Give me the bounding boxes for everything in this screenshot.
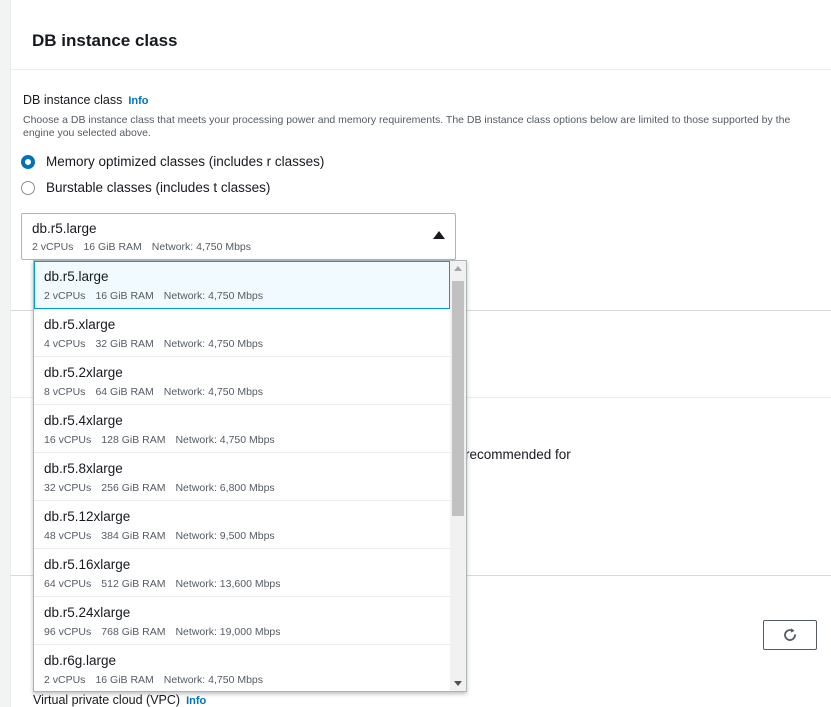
option-specs: 8 vCPUs 64 GiB RAM Network: 4,750 Mbps bbox=[44, 386, 263, 398]
scroll-down-arrow-icon[interactable] bbox=[454, 681, 462, 686]
dropdown-option[interactable]: db.r5.large 2 vCPUs 16 GiB RAM Network: 4,… bbox=[34, 261, 450, 309]
vpc-label-text: Virtual private cloud (VPC) bbox=[33, 693, 181, 707]
option-specs: 2 vCPUs 16 GiB RAM Network: 4,750 Mbps bbox=[44, 290, 263, 302]
vpc-label: Virtual private cloud (VPC) Info bbox=[33, 693, 206, 707]
info-link[interactable]: Info bbox=[128, 95, 148, 107]
panel-header: DB instance class bbox=[11, 0, 831, 70]
option-name: db.r5.2xlarge bbox=[44, 365, 123, 380]
option-network: Network: 4,750 Mbps bbox=[163, 674, 264, 686]
option-vcpus: 8 vCPUs bbox=[44, 386, 86, 398]
option-vcpus: 96 vCPUs bbox=[44, 626, 92, 638]
option-name: db.r5.xlarge bbox=[44, 317, 116, 332]
option-name: db.r5.24xlarge bbox=[44, 605, 131, 620]
instance-class-dropdown[interactable]: db.r5.large 2 vCPUs 16 GiB RAM Network: 4,… bbox=[33, 260, 467, 692]
select-network: Network: 4,750 Mbps bbox=[151, 241, 252, 253]
option-network: Network: 4,750 Mbps bbox=[175, 434, 275, 446]
radio-memory-optimized[interactable]: Memory optimized classes (includes r cla… bbox=[21, 154, 324, 169]
option-ram: 384 GiB RAM bbox=[101, 530, 166, 542]
section-title: DB instance class bbox=[32, 31, 178, 50]
option-name: db.r5.8xlarge bbox=[44, 461, 123, 476]
radio-label: Burstable classes (includes t classes) bbox=[46, 180, 271, 195]
select-vcpus: 2 vCPUs bbox=[32, 241, 74, 253]
select-ram: 16 GiB RAM bbox=[83, 241, 142, 253]
option-vcpus: 4 vCPUs bbox=[44, 338, 86, 350]
option-network: Network: 6,800 Mbps bbox=[175, 482, 275, 494]
option-vcpus: 2 vCPUs bbox=[44, 290, 86, 302]
option-network: Network: 4,750 Mbps bbox=[163, 290, 264, 302]
option-vcpus: 64 vCPUs bbox=[44, 578, 92, 590]
option-network: Network: 19,000 Mbps bbox=[175, 626, 281, 638]
field-label-text: DB instance class bbox=[23, 93, 123, 107]
option-specs: 32 vCPUs 256 GiB RAM Network: 6,800 Mbps bbox=[44, 482, 275, 494]
radio-burstable[interactable]: Burstable classes (includes t classes) bbox=[21, 180, 270, 195]
background-text: recommended for bbox=[465, 447, 571, 462]
radio-button-unchecked[interactable] bbox=[21, 180, 35, 195]
dropdown-list: db.r5.large 2 vCPUs 16 GiB RAM Network: 4,… bbox=[34, 261, 450, 691]
refresh-icon bbox=[784, 628, 796, 641]
scrollbar-thumb[interactable] bbox=[452, 281, 464, 516]
vpc-info-link[interactable]: Info bbox=[186, 695, 206, 707]
option-ram: 64 GiB RAM bbox=[95, 386, 154, 398]
field-label: DB instance class Info bbox=[23, 93, 149, 107]
option-ram: 256 GiB RAM bbox=[101, 482, 166, 494]
option-specs: 4 vCPUs 32 GiB RAM Network: 4,750 Mbps bbox=[44, 338, 263, 350]
option-vcpus: 32 vCPUs bbox=[44, 482, 92, 494]
option-name: db.r5.large bbox=[44, 269, 109, 284]
radio-button-checked[interactable] bbox=[21, 154, 35, 169]
option-vcpus: 16 vCPUs bbox=[44, 434, 92, 446]
dropdown-option[interactable]: db.r5.8xlarge 32 vCPUs 256 GiB RAM Network… bbox=[34, 453, 450, 501]
option-specs: 64 vCPUs 512 GiB RAM Network: 13,600 Mbps bbox=[44, 578, 281, 590]
option-network: Network: 13,600 Mbps bbox=[175, 578, 281, 590]
option-specs: 16 vCPUs 128 GiB RAM Network: 4,750 Mbps bbox=[44, 434, 275, 446]
option-ram: 16 GiB RAM bbox=[95, 674, 154, 686]
dropdown-option[interactable]: db.r5.2xlarge 8 vCPUs 64 GiB RAM Network: … bbox=[34, 357, 450, 405]
select-option-specs: 2 vCPUs 16 GiB RAM Network: 4,750 Mbps bbox=[32, 241, 251, 253]
refresh-button[interactable] bbox=[763, 620, 817, 650]
option-ram: 768 GiB RAM bbox=[101, 626, 166, 638]
option-name: db.r5.12xlarge bbox=[44, 509, 131, 524]
option-vcpus: 48 vCPUs bbox=[44, 530, 92, 542]
option-ram: 512 GiB RAM bbox=[101, 578, 166, 590]
option-ram: 32 GiB RAM bbox=[95, 338, 154, 350]
option-network: Network: 4,750 Mbps bbox=[163, 386, 264, 398]
dropdown-option[interactable]: db.r5.24xlarge 96 vCPUs 768 GiB RAM Networ… bbox=[34, 597, 450, 645]
select-option-name: db.r5.large bbox=[32, 221, 97, 236]
dropdown-option[interactable]: db.r5.xlarge 4 vCPUs 32 GiB RAM Network: 4… bbox=[34, 309, 450, 357]
dropdown-scrollbar[interactable] bbox=[450, 261, 466, 691]
option-specs: 2 vCPUs 16 GiB RAM Network: 4,750 Mbps bbox=[44, 674, 263, 686]
option-name: db.r5.16xlarge bbox=[44, 557, 131, 572]
dropdown-option[interactable]: db.r6g.large 2 vCPUs 16 GiB RAM Network: 4… bbox=[34, 645, 450, 691]
dropdown-option[interactable]: db.r5.4xlarge 16 vCPUs 128 GiB RAM Network… bbox=[34, 405, 450, 453]
instance-class-select[interactable]: db.r5.large 2 vCPUs 16 GiB RAM Network: 4,… bbox=[21, 213, 456, 260]
option-name: db.r5.4xlarge bbox=[44, 413, 123, 428]
caret-up-icon bbox=[433, 231, 445, 239]
option-ram: 128 GiB RAM bbox=[101, 434, 166, 446]
option-specs: 48 vCPUs 384 GiB RAM Network: 9,500 Mbps bbox=[44, 530, 275, 542]
dropdown-option[interactable]: db.r5.12xlarge 48 vCPUs 384 GiB RAM Networ… bbox=[34, 501, 450, 549]
option-ram: 16 GiB RAM bbox=[95, 290, 154, 302]
option-name: db.r6g.large bbox=[44, 653, 117, 668]
option-network: Network: 4,750 Mbps bbox=[163, 338, 264, 350]
option-vcpus: 2 vCPUs bbox=[44, 674, 86, 686]
radio-label: Memory optimized classes (includes r cla… bbox=[46, 154, 325, 169]
dropdown-option[interactable]: db.r5.16xlarge 64 vCPUs 512 GiB RAM Networ… bbox=[34, 549, 450, 597]
scroll-up-arrow-icon[interactable] bbox=[454, 266, 462, 271]
field-description: Choose a DB instance class that meets yo… bbox=[23, 114, 791, 139]
option-network: Network: 9,500 Mbps bbox=[175, 530, 275, 542]
option-specs: 96 vCPUs 768 GiB RAM Network: 19,000 Mbps bbox=[44, 626, 281, 638]
